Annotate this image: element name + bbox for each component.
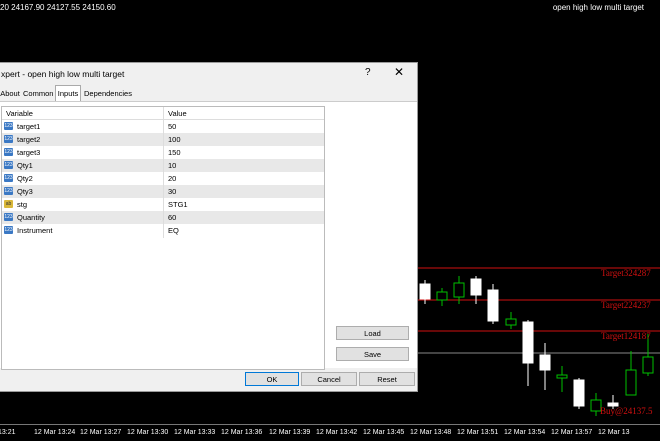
variable-name: Instrument [17, 226, 53, 235]
time-tick-label: 12 Mar 13:45 [363, 429, 405, 436]
candle-body [436, 291, 448, 301]
integer-type-icon: 123 [4, 148, 13, 156]
tab-about[interactable]: About [0, 87, 21, 100]
variable-value[interactable]: EQ [168, 226, 179, 235]
time-tick-label: 12 Mar 13:39 [269, 429, 311, 436]
variable-name: Quantity [17, 213, 45, 222]
candle-body [573, 379, 585, 407]
candle-body [642, 356, 654, 374]
reset-button[interactable]: Reset [359, 372, 415, 386]
chart-header: 20 24167.90 24127.55 24150.60 open high … [0, 0, 660, 14]
column-divider [163, 107, 164, 238]
time-tick-label: 12 Mar 13:36 [221, 429, 263, 436]
variable-value[interactable]: 30 [168, 187, 176, 196]
inputs-panel: Variable Value 123 target1 50 123 target2 100… [0, 101, 417, 370]
time-tick-label: 12 Mar 13:24 [34, 429, 76, 436]
target-annotation: Target224237 [601, 300, 651, 310]
integer-type-icon: 123 [4, 122, 13, 130]
target-annotation: Buy@24137.5 [600, 406, 653, 416]
column-value: Value [168, 109, 187, 118]
integer-type-icon: 123 [4, 135, 13, 143]
variable-name: target3 [17, 148, 41, 157]
variable-name: target2 [17, 135, 41, 144]
target-annotation: Target324287 [601, 268, 651, 278]
candle-body [625, 369, 637, 396]
variable-value[interactable]: 60 [168, 213, 176, 222]
candle-body [539, 354, 551, 371]
variable-value[interactable]: 10 [168, 161, 176, 170]
candle-body [470, 278, 482, 296]
candle-body [419, 283, 431, 300]
time-tick-label: 12 Mar 13:42 [316, 429, 358, 436]
ok-button[interactable]: OK [245, 372, 299, 386]
help-button[interactable]: ? [365, 67, 371, 78]
variable-name: Qty3 [17, 187, 33, 196]
variable-value[interactable]: STG1 [168, 200, 188, 209]
cancel-button[interactable]: Cancel [301, 372, 357, 386]
time-tick-label: 12 Mar 13:51 [457, 429, 499, 436]
candle-body [522, 321, 534, 364]
tab-inputs[interactable]: Inputs [55, 85, 81, 102]
integer-type-icon: 123 [4, 213, 13, 221]
column-variable: Variable [6, 109, 33, 118]
variable-value[interactable]: 20 [168, 174, 176, 183]
tab-dependencies[interactable]: Dependencies [83, 87, 133, 100]
variable-name: Qty2 [17, 174, 33, 183]
time-tick-label: 12 Mar 13:54 [504, 429, 546, 436]
variable-name: stg [17, 200, 28, 209]
candle-body [453, 282, 465, 298]
time-tick-label: 12 Mar 13:48 [410, 429, 452, 436]
time-tick-label: 12 Mar 13:27 [80, 429, 122, 436]
candle-body [505, 318, 517, 326]
load-button[interactable]: Load [336, 326, 409, 340]
save-button[interactable]: Save [336, 347, 409, 361]
ohlc-readout: 20 24167.90 24127.55 24150.60 [0, 3, 116, 12]
integer-type-icon: 123 [4, 174, 13, 182]
expert-properties-dialog: xpert - open high low multi target ? ✕ A… [0, 62, 418, 392]
variable-name: Qty1 [17, 161, 33, 170]
close-button[interactable]: ✕ [394, 65, 404, 79]
time-axis: 13:21 12 Mar 13:24 12 Mar 13:27 12 Mar 13:3… [0, 424, 660, 441]
variable-value[interactable]: 150 [168, 148, 181, 157]
candle-body [487, 289, 499, 322]
dialog-title: xpert - open high low multi target [1, 69, 125, 79]
variable-value[interactable]: 50 [168, 122, 176, 131]
time-tick-label: 12 Mar 13 [598, 429, 630, 436]
time-tick-label: 13:21 [0, 429, 16, 436]
string-type-icon: ab [4, 200, 13, 208]
variable-name: target1 [17, 122, 41, 131]
target-annotation: Target124187 [601, 331, 651, 341]
time-tick-label: 12 Mar 13:30 [127, 429, 169, 436]
integer-type-icon: 123 [4, 187, 13, 195]
time-tick-label: 12 Mar 13:33 [174, 429, 216, 436]
integer-type-icon: 123 [4, 226, 13, 234]
tab-common[interactable]: Common [23, 87, 53, 100]
variable-value[interactable]: 100 [168, 135, 181, 144]
indicator-name: open high low multi target [552, 3, 644, 12]
inputs-grid: Variable Value 123 target1 50 123 target2 100… [1, 106, 325, 370]
integer-type-icon: 123 [4, 161, 13, 169]
candle-body [556, 374, 568, 379]
time-tick-label: 12 Mar 13:57 [551, 429, 593, 436]
